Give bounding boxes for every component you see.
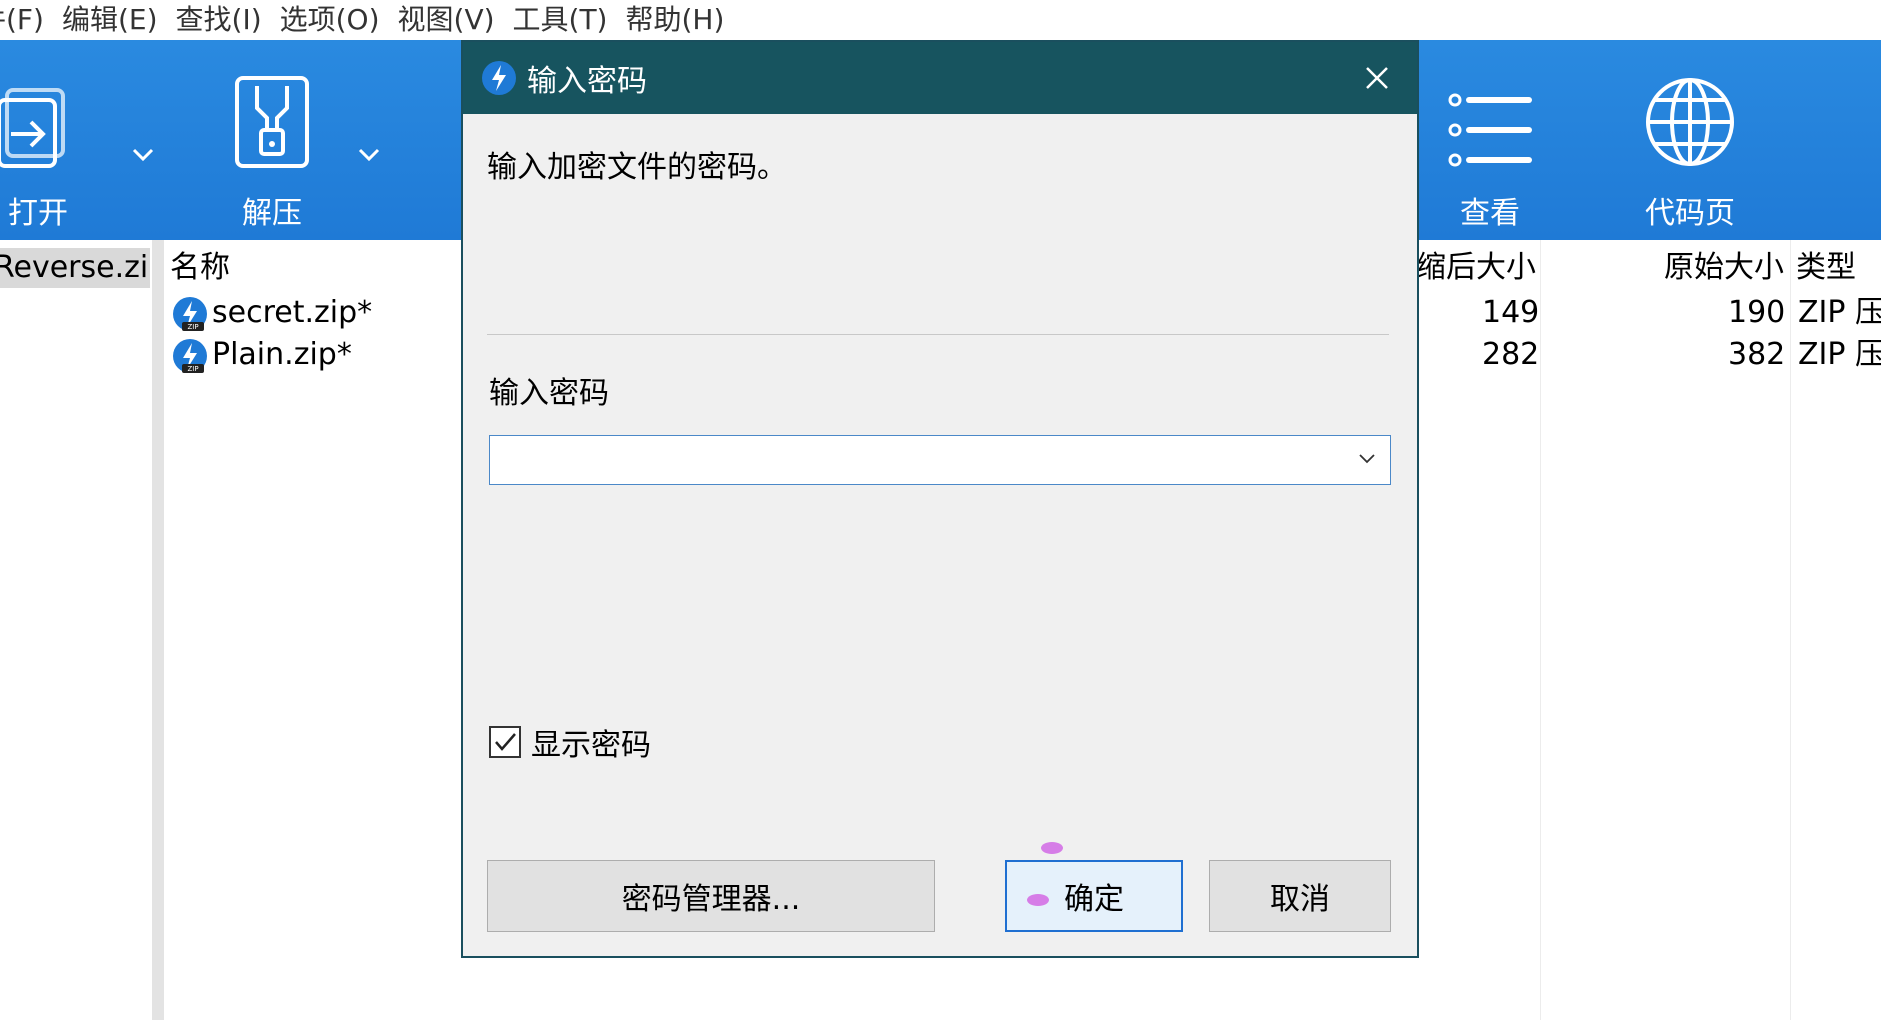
column-header-type[interactable]: 类型 — [1796, 248, 1856, 288]
list-view-icon — [1448, 93, 1532, 167]
file-type: ZIP 压 — [1798, 337, 1881, 372]
view-button[interactable]: 查看 — [1425, 40, 1555, 240]
close-icon[interactable] — [1363, 64, 1391, 92]
show-password-checkbox[interactable]: 显示密码 — [489, 720, 651, 764]
password-input[interactable] — [489, 435, 1391, 485]
dialog-title-bar[interactable]: 输入密码 — [463, 42, 1417, 114]
cancel-button[interactable]: 取消 — [1209, 860, 1391, 932]
globe-icon — [1646, 78, 1734, 166]
zip-file-icon: ZIP — [173, 339, 207, 373]
menu-bar: 件(F) 编辑(E) 查找(I) 选项(O) 视图(V) 工具(T) 帮助(H) — [0, 0, 1881, 40]
cursor-marker — [1027, 894, 1049, 906]
file-packed-size: 149 — [1482, 295, 1540, 330]
menu-file[interactable]: 件(F) — [0, 3, 44, 37]
folder-tree: Reverse.zip — [0, 240, 152, 1020]
column-header-name[interactable]: 名称 — [170, 248, 230, 288]
checkmark-icon — [495, 733, 516, 751]
open-dropdown-icon[interactable] — [132, 148, 154, 162]
menu-edit[interactable]: 编辑(E) — [62, 3, 158, 37]
dialog-message: 输入加密文件的密码。 — [487, 150, 787, 185]
codepage-label: 代码页 — [1645, 196, 1735, 231]
password-manager-button[interactable]: 密码管理器... — [487, 860, 935, 932]
extract-button[interactable]: 解压 — [212, 40, 332, 240]
file-packed-size: 282 — [1482, 337, 1540, 372]
open-label: 打开 — [8, 196, 68, 231]
dialog-title: 输入密码 — [527, 64, 647, 99]
divider — [487, 334, 1389, 335]
svg-text:ZIP: ZIP — [187, 365, 198, 373]
app-icon — [482, 61, 516, 95]
column-header-original-size[interactable]: 原始大小 — [1664, 248, 1784, 288]
password-label: 输入密码 — [489, 376, 609, 411]
chevron-down-icon[interactable] — [1358, 453, 1376, 465]
codepage-button[interactable]: 代码页 — [1625, 40, 1755, 240]
zip-file-icon: ZIP — [173, 297, 207, 331]
checkbox[interactable] — [489, 726, 521, 758]
tree-item-archive[interactable]: Reverse.zip — [0, 248, 150, 288]
column-header-packed-size[interactable]: 缩后大小 — [1416, 248, 1536, 288]
menu-tools[interactable]: 工具(T) — [513, 3, 608, 37]
file-name: secret.zip* — [212, 295, 373, 330]
file-name: Plain.zip* — [212, 337, 352, 372]
extract-dropdown-icon[interactable] — [358, 148, 380, 162]
extract-icon — [235, 76, 309, 168]
menu-view[interactable]: 视图(V) — [398, 3, 495, 37]
pane-splitter[interactable] — [152, 240, 164, 1020]
open-icon — [0, 88, 65, 168]
file-type: ZIP 压 — [1798, 295, 1881, 330]
open-button[interactable]: 打开 — [0, 40, 98, 240]
show-password-label: 显示密码 — [531, 728, 651, 763]
cursor-marker — [1041, 842, 1063, 854]
file-original-size: 382 — [1728, 337, 1786, 372]
extract-label: 解压 — [242, 196, 302, 231]
view-label: 查看 — [1460, 196, 1520, 231]
password-dialog: 输入密码 输入加密文件的密码。 输入密码 显示密码 密码管理器... 确定 取消 — [461, 40, 1419, 958]
menu-options[interactable]: 选项(O) — [280, 3, 380, 37]
file-original-size: 190 — [1728, 295, 1786, 330]
svg-text:ZIP: ZIP — [187, 323, 198, 331]
menu-help[interactable]: 帮助(H) — [625, 3, 724, 37]
menu-find[interactable]: 查找(I) — [176, 3, 262, 37]
